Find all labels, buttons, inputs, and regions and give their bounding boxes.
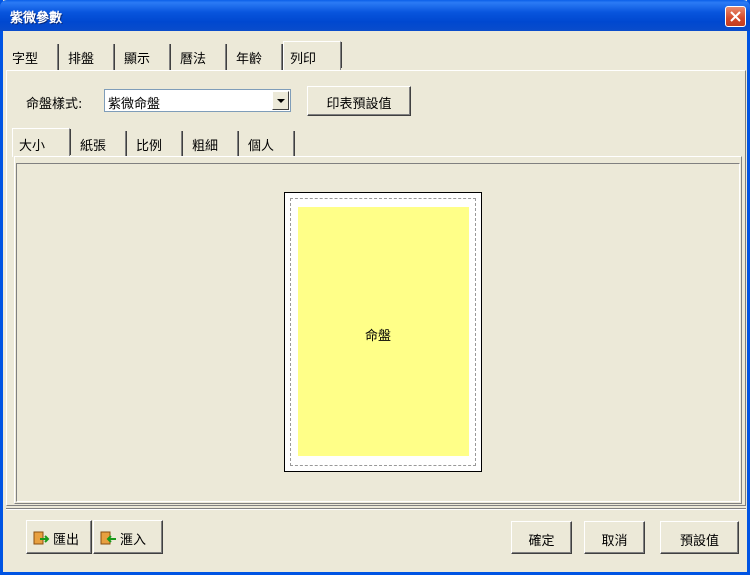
tab-label: 比例 [136,139,163,154]
tab-age[interactable]: 年齡 [230,44,283,70]
tab-label: 粗細 [192,139,219,154]
tab-size[interactable]: 大小 [12,128,71,157]
chart-style-value: 紫微命盤 [108,97,161,112]
tab-label: 顯示 [124,52,151,67]
footer-divider [6,508,746,510]
tab-label: 曆法 [180,52,207,67]
ok-button[interactable]: 確定 [511,521,572,554]
window-frame-left [0,31,3,575]
tab-display[interactable]: 顯示 [118,44,171,70]
tab-calendar[interactable]: 曆法 [174,44,227,70]
tab-personal[interactable]: 個人 [242,131,295,157]
import-label: 滙入 [120,533,147,548]
export-icon [33,531,50,545]
tab-layout[interactable]: 排盤 [62,44,115,70]
title-bar: 紫微參數 [0,0,750,31]
tab-label: 排盤 [68,52,95,67]
export-button[interactable]: 匯出 [26,520,92,554]
tab-scale[interactable]: 比例 [130,131,183,157]
tab-label: 列印 [290,52,317,67]
default-button[interactable]: 預設值 [660,521,739,554]
tab-thickness[interactable]: 粗細 [186,131,239,157]
chevron-down-icon[interactable] [272,91,289,110]
tab-label: 個人 [248,139,275,154]
tab-print[interactable]: 列印 [283,41,342,70]
close-icon [730,11,741,22]
chart-style-dropdown[interactable]: 紫微命盤 [104,89,291,112]
import-icon [100,531,116,545]
chart-area-label: 命盤 [365,329,392,344]
cancel-button[interactable]: 取消 [584,521,645,554]
export-label: 匯出 [53,533,80,548]
print-default-button[interactable]: 印表預設值 [307,86,411,116]
tab-label: 字型 [12,52,39,67]
tab-font[interactable]: 字型 [6,44,59,70]
tab-paper[interactable]: 紙張 [74,131,127,157]
close-button[interactable] [725,6,746,27]
tab-label: 紙張 [80,139,107,154]
chart-style-label: 命盤樣式: [26,97,83,112]
import-button[interactable]: 滙入 [93,520,163,554]
tab-label: 大小 [19,139,46,154]
tab-label: 年齡 [236,52,263,67]
window-title: 紫微參數 [10,11,63,26]
